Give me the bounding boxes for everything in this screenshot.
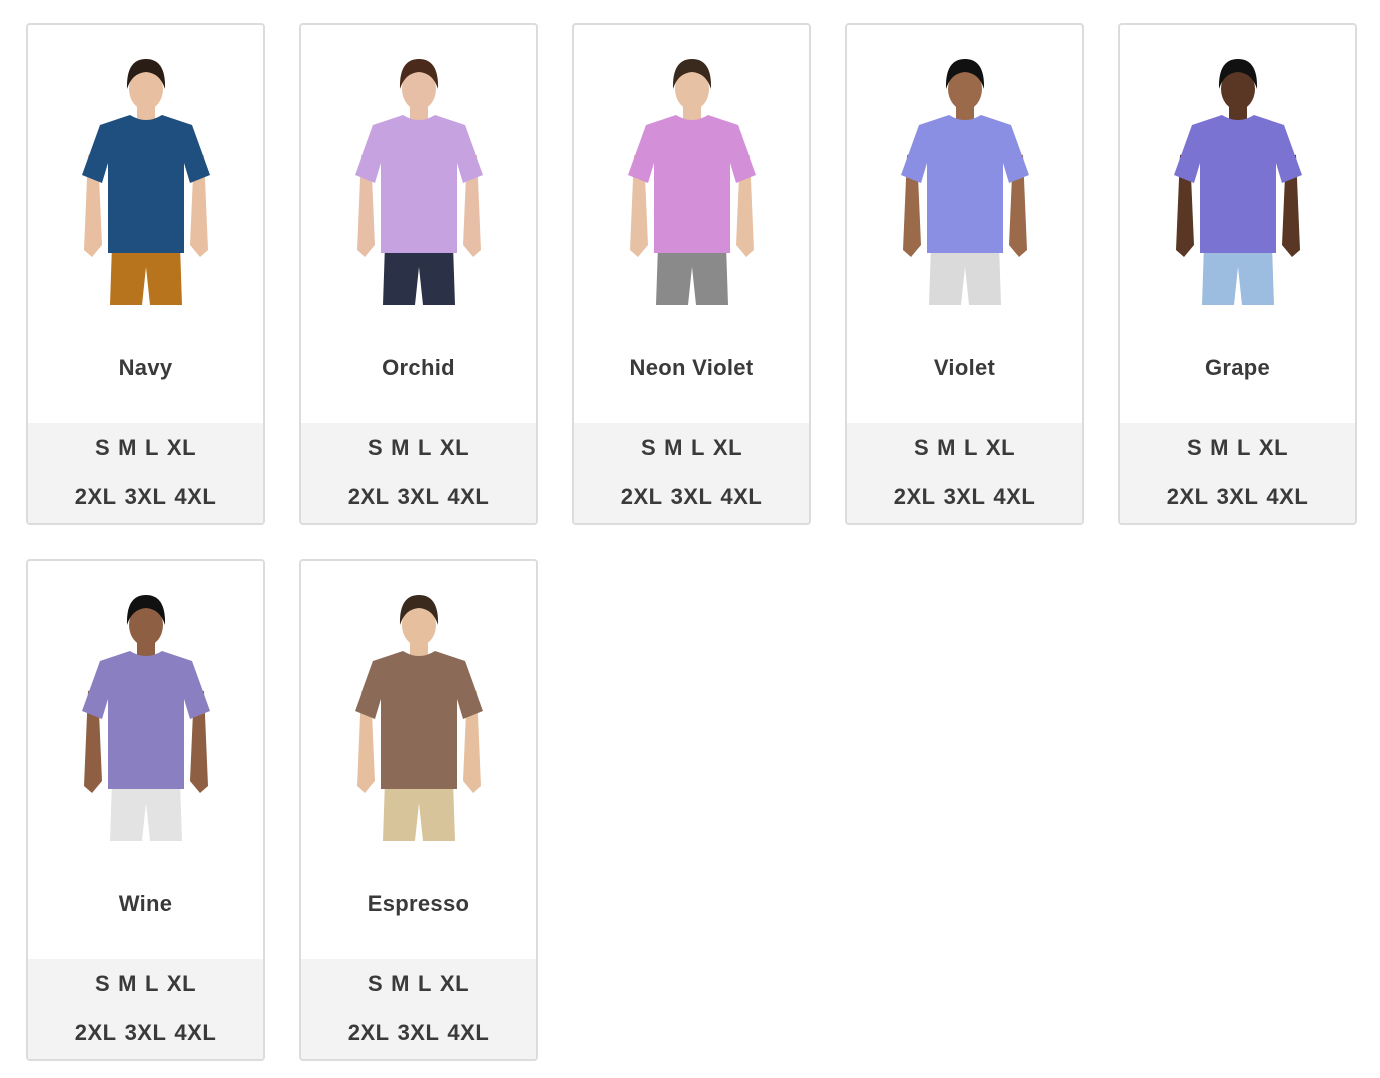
pants-shape bbox=[929, 245, 1001, 305]
color-name: Violet bbox=[933, 355, 996, 380]
size-option[interactable]: S bbox=[364, 971, 387, 997]
model-photo bbox=[901, 59, 1029, 305]
size-option[interactable]: XL bbox=[436, 435, 473, 461]
size-option[interactable]: 3XL bbox=[394, 1020, 444, 1046]
size-option[interactable]: 3XL bbox=[667, 484, 717, 510]
product-color-grid: Navy S M L XL 2XL 3XL 4XL Orchid S M L X… bbox=[26, 23, 1357, 1061]
color-card-grape[interactable]: Grape S M L XL 2XL 3XL 4XL bbox=[1118, 23, 1357, 525]
size-option[interactable]: S bbox=[91, 971, 114, 997]
size-option[interactable]: 2XL bbox=[617, 484, 667, 510]
size-option[interactable]: L bbox=[1233, 435, 1255, 461]
pants-shape bbox=[656, 245, 728, 305]
size-option[interactable]: XL bbox=[709, 435, 746, 461]
size-option[interactable]: XL bbox=[163, 435, 200, 461]
size-option[interactable]: XL bbox=[982, 435, 1019, 461]
size-option[interactable]: 4XL bbox=[443, 1020, 493, 1046]
size-option[interactable]: M bbox=[660, 435, 687, 461]
size-option[interactable]: XL bbox=[163, 971, 200, 997]
size-panel: S M L XL 2XL 3XL 4XL bbox=[301, 423, 536, 523]
size-option[interactable]: M bbox=[114, 435, 141, 461]
size-option[interactable]: M bbox=[387, 971, 414, 997]
size-option[interactable]: M bbox=[387, 435, 414, 461]
size-option[interactable]: 3XL bbox=[121, 484, 171, 510]
size-option[interactable]: L bbox=[141, 971, 163, 997]
size-option[interactable]: 4XL bbox=[989, 484, 1039, 510]
color-name: Neon Violet bbox=[629, 355, 754, 380]
color-card-espresso[interactable]: Espresso S M L XL 2XL 3XL 4XL bbox=[299, 559, 538, 1061]
size-panel: S M L XL 2XL 3XL 4XL bbox=[301, 959, 536, 1059]
color-name: Navy bbox=[118, 355, 173, 380]
color-card-wine[interactable]: Wine S M L XL 2XL 3XL 4XL bbox=[26, 559, 265, 1061]
pants-shape bbox=[1202, 245, 1274, 305]
size-option[interactable]: 3XL bbox=[940, 484, 990, 510]
color-card-neon-violet[interactable]: Neon Violet S M L XL 2XL 3XL 4XL bbox=[572, 23, 811, 525]
color-name: Grape bbox=[1204, 355, 1271, 380]
size-option[interactable]: S bbox=[910, 435, 933, 461]
size-option[interactable]: S bbox=[637, 435, 660, 461]
color-name: Espresso bbox=[367, 891, 470, 916]
size-panel: S M L XL 2XL 3XL 4XL bbox=[574, 423, 809, 523]
model-photo bbox=[1174, 59, 1302, 305]
size-option[interactable]: 3XL bbox=[121, 1020, 171, 1046]
pants-shape bbox=[383, 245, 455, 305]
size-option[interactable]: 2XL bbox=[1163, 484, 1213, 510]
size-option[interactable]: 4XL bbox=[170, 484, 220, 510]
size-panel: S M L XL 2XL 3XL 4XL bbox=[28, 423, 263, 523]
color-name: Orchid bbox=[382, 355, 455, 380]
pants-shape bbox=[110, 245, 182, 305]
size-option[interactable]: L bbox=[414, 971, 436, 997]
size-option[interactable]: M bbox=[1206, 435, 1233, 461]
size-option[interactable]: 2XL bbox=[344, 484, 394, 510]
color-card-violet[interactable]: Violet S M L XL 2XL 3XL 4XL bbox=[845, 23, 1084, 525]
model-photo bbox=[355, 59, 483, 305]
size-option[interactable]: 2XL bbox=[344, 1020, 394, 1046]
size-option[interactable]: 4XL bbox=[1262, 484, 1312, 510]
size-option[interactable]: 3XL bbox=[394, 484, 444, 510]
size-panel: S M L XL 2XL 3XL 4XL bbox=[1120, 423, 1355, 523]
model-photo bbox=[628, 59, 756, 305]
size-option[interactable]: 2XL bbox=[71, 484, 121, 510]
size-option[interactable]: S bbox=[1183, 435, 1206, 461]
size-option[interactable]: M bbox=[114, 971, 141, 997]
size-option[interactable]: XL bbox=[1255, 435, 1292, 461]
size-option[interactable]: M bbox=[933, 435, 960, 461]
color-name: Wine bbox=[118, 891, 173, 916]
size-option[interactable]: 3XL bbox=[1213, 484, 1263, 510]
size-option[interactable]: 2XL bbox=[71, 1020, 121, 1046]
size-panel: S M L XL 2XL 3XL 4XL bbox=[28, 959, 263, 1059]
color-card-orchid[interactable]: Orchid S M L XL 2XL 3XL 4XL bbox=[299, 23, 538, 525]
model-photo bbox=[82, 59, 210, 305]
size-option[interactable]: L bbox=[141, 435, 163, 461]
size-option[interactable]: L bbox=[960, 435, 982, 461]
size-option[interactable]: L bbox=[414, 435, 436, 461]
size-option[interactable]: L bbox=[687, 435, 709, 461]
size-option[interactable]: S bbox=[364, 435, 387, 461]
size-option[interactable]: 2XL bbox=[890, 484, 940, 510]
size-option[interactable]: S bbox=[91, 435, 114, 461]
pants-shape bbox=[383, 781, 455, 841]
pants-shape bbox=[110, 781, 182, 841]
size-option[interactable]: 4XL bbox=[170, 1020, 220, 1046]
size-panel: S M L XL 2XL 3XL 4XL bbox=[847, 423, 1082, 523]
size-option[interactable]: 4XL bbox=[716, 484, 766, 510]
model-photo bbox=[82, 595, 210, 841]
size-option[interactable]: XL bbox=[436, 971, 473, 997]
size-option[interactable]: 4XL bbox=[443, 484, 493, 510]
model-photo bbox=[355, 595, 483, 841]
color-card-navy[interactable]: Navy S M L XL 2XL 3XL 4XL bbox=[26, 23, 265, 525]
